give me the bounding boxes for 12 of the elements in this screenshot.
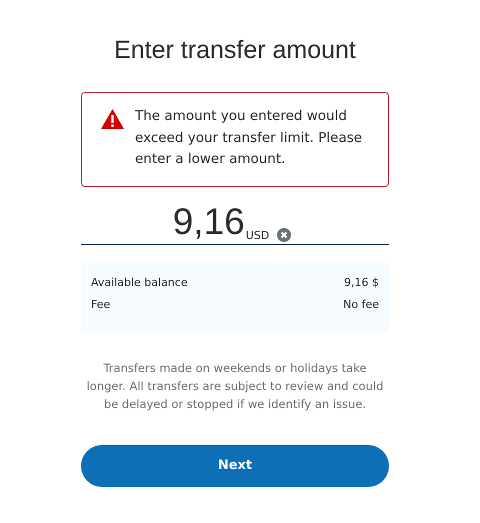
currency-code: USD [246,229,270,243]
detail-value: 9,16 $ [344,275,379,291]
detail-value: No fee [343,297,379,313]
transfer-note: Transfers made on weekends or holidays take longer. All transfers are subject to review and could be delayed or stopped if we identify an issue. [86,360,384,413]
alert-message: The amount you entered would exceed your transfer limit. Please enter a lower amount. [135,107,364,169]
page-title: Enter transfer amount [113,35,357,66]
detail-label: Available balance [91,275,188,291]
next-button[interactable]: Next [81,445,389,487]
warning-icon [100,108,125,130]
detail-label: Fee [91,297,110,313]
clear-icon[interactable] [277,228,292,242]
amount-value: 9,16 [172,200,245,244]
